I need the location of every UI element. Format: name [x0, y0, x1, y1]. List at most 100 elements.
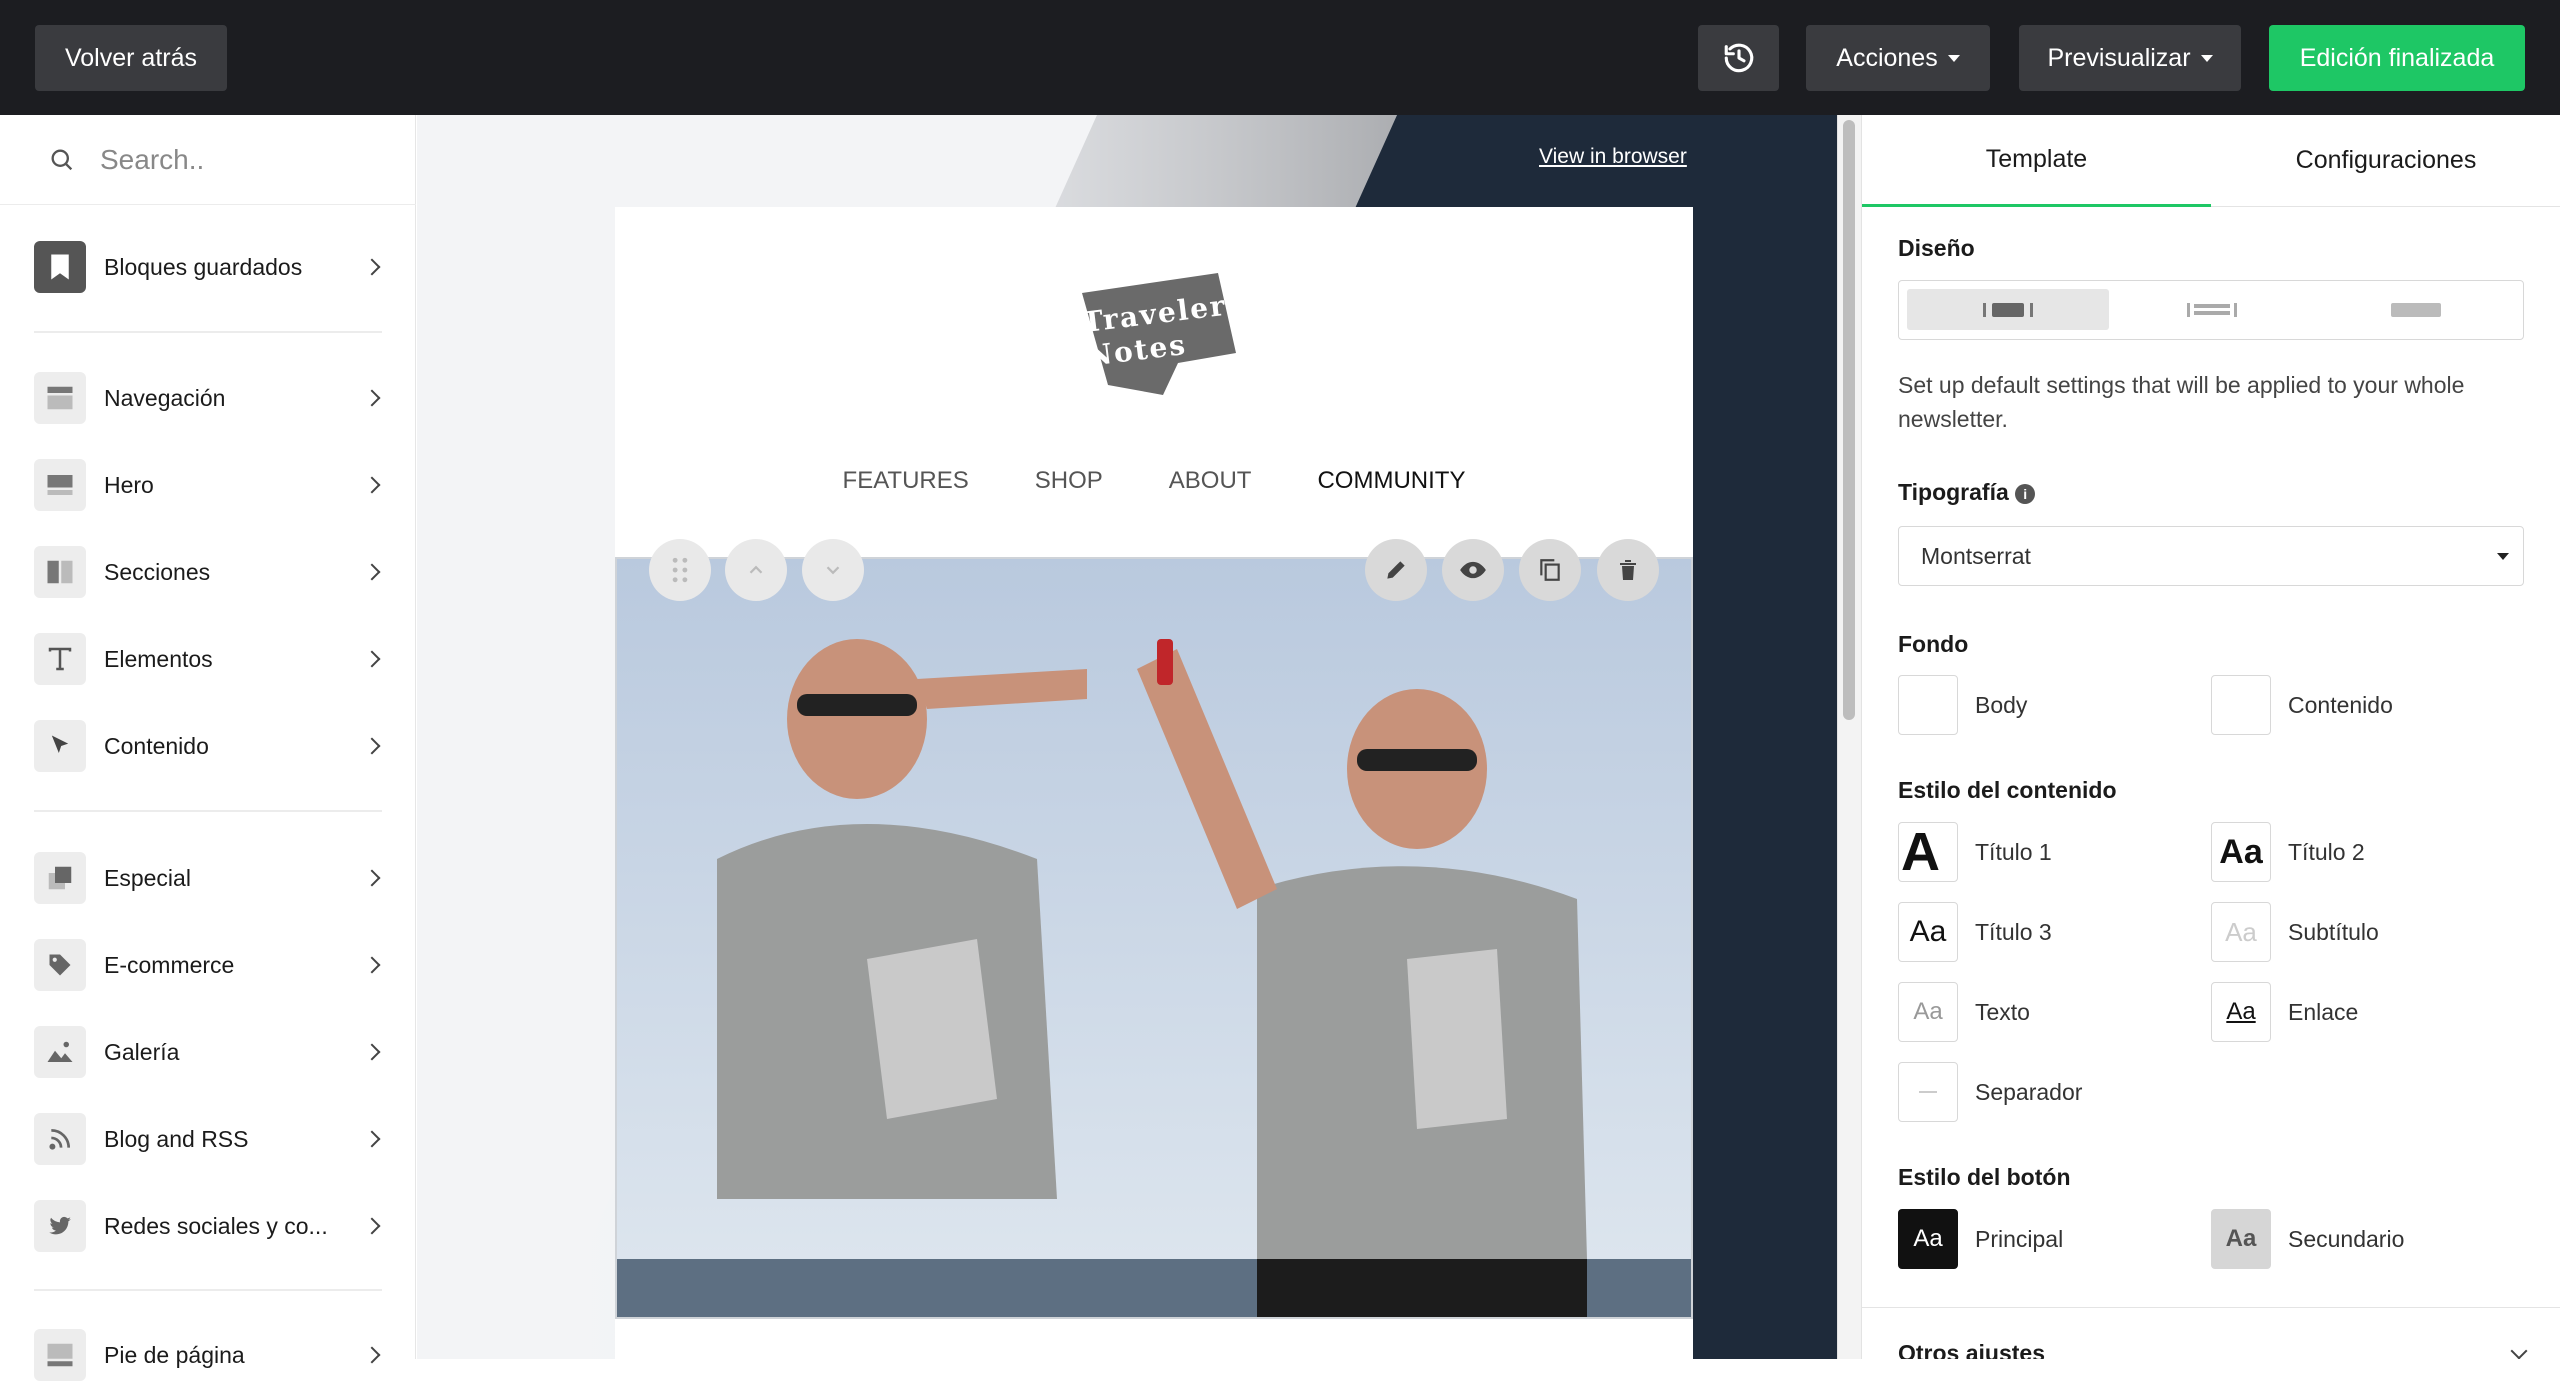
- finish-editing-button[interactable]: Edición finalizada: [2269, 25, 2525, 91]
- view-in-browser-link[interactable]: View in browser: [1539, 145, 1687, 169]
- design-title: Diseño: [1898, 235, 1975, 261]
- hero-image[interactable]: [615, 557, 1693, 1319]
- back-button[interactable]: Volver atrás: [35, 25, 227, 91]
- text-t-icon: [34, 633, 86, 685]
- search-input[interactable]: [100, 143, 400, 176]
- layout-option-full[interactable]: [2315, 289, 2517, 330]
- sidebar-item-label: Navegación: [104, 384, 226, 411]
- sidebar-item-footer[interactable]: Pie de página: [34, 1327, 384, 1383]
- hero-block-icon: [34, 459, 86, 511]
- heading3-style-swatch[interactable]: Aa: [1898, 902, 1958, 962]
- caret-down-icon: [2200, 54, 2213, 62]
- tab-configuraciones[interactable]: Configuraciones: [2211, 115, 2560, 207]
- search-icon: [51, 149, 73, 170]
- history-icon: [1724, 43, 1753, 73]
- layout-option-wide[interactable]: [2111, 289, 2313, 330]
- sidebar-item-ecommerce[interactable]: E-commerce: [34, 937, 384, 993]
- heading1-style-label: Título 1: [1975, 839, 2052, 865]
- caret-down-icon: [1947, 54, 1960, 62]
- rss-icon: [34, 1113, 86, 1165]
- primary-button-style-label: Principal: [1975, 1226, 2064, 1252]
- link-style-label: Enlace: [2288, 999, 2359, 1025]
- search-bar: [0, 115, 416, 205]
- link-style-swatch[interactable]: Aa: [2211, 982, 2271, 1042]
- secondary-button-style-swatch[interactable]: Aa: [2211, 1209, 2271, 1269]
- email-canvas[interactable]: View in browser Traveler Notes FEATURES …: [417, 115, 1837, 1359]
- sidebar-item-blog-rss[interactable]: Blog and RSS: [34, 1111, 384, 1167]
- image-icon: [34, 1026, 86, 1078]
- sidebar-item-label: Pie de página: [104, 1341, 245, 1368]
- sidebar-item-content[interactable]: Contenido: [34, 718, 384, 774]
- duplicate-block-button[interactable]: [1519, 539, 1581, 601]
- sidebar-item-social[interactable]: Redes sociales y co...: [34, 1198, 384, 1254]
- logo: Traveler Notes: [1068, 273, 1240, 395]
- divider: [34, 331, 382, 333]
- nav-link-features[interactable]: FEATURES: [843, 467, 969, 495]
- history-button[interactable]: [1698, 25, 1779, 91]
- heading3-style-label: Título 3: [1975, 919, 2052, 945]
- primary-button-style-swatch[interactable]: Aa: [1898, 1209, 1958, 1269]
- design-description: Set up default settings that will be app…: [1898, 372, 2465, 432]
- special-stack-icon: [34, 852, 86, 904]
- canvas-scrollbar[interactable]: [1837, 115, 1861, 1359]
- sidebar-item-label: Secciones: [104, 558, 211, 585]
- typography-title-text: Tipografía: [1898, 479, 2009, 505]
- sidebar-item-gallery[interactable]: Galería: [34, 1024, 384, 1080]
- chevron-right-icon: [363, 869, 381, 887]
- edit-block-button[interactable]: [1365, 539, 1427, 601]
- chevron-right-icon: [363, 650, 381, 668]
- other-settings-header[interactable]: Otros ajustes: [1862, 1307, 2560, 1359]
- other-settings-label: Otros ajustes: [1898, 1340, 2045, 1359]
- chevron-down-icon: [2510, 1342, 2528, 1359]
- sidebar-item-navigation[interactable]: Navegación: [34, 370, 384, 426]
- background-title: Fondo: [1898, 631, 1969, 657]
- sidebar-item-hero[interactable]: Hero: [34, 457, 384, 513]
- link-glyph: Aa: [2226, 998, 2256, 1025]
- nav-link-shop[interactable]: SHOP: [1035, 467, 1103, 495]
- sidebar-item-sections[interactable]: Secciones: [34, 544, 384, 600]
- layout-option-centered[interactable]: [1907, 289, 2109, 330]
- heading3-glyph: Aa: [1909, 915, 1947, 948]
- sidebar-item-special[interactable]: Especial: [34, 850, 384, 906]
- divider: [34, 1289, 382, 1291]
- sidebar-item-elements[interactable]: Elementos: [34, 631, 384, 687]
- tab-template[interactable]: Template: [1862, 115, 2211, 207]
- nav-link-about[interactable]: ABOUT: [1169, 467, 1252, 495]
- layout-centered-icon: [1983, 302, 2033, 317]
- body-color-swatch[interactable]: [1898, 675, 1958, 735]
- chevron-right-icon: [363, 737, 381, 755]
- move-up-button[interactable]: [725, 539, 787, 601]
- toggle-visibility-button[interactable]: [1442, 539, 1504, 601]
- heading2-style-swatch[interactable]: Aa: [2211, 822, 2271, 882]
- info-icon[interactable]: i: [2015, 483, 2036, 504]
- separator-style-swatch[interactable]: [1898, 1062, 1958, 1122]
- preview-label: Previsualizar: [2047, 43, 2191, 72]
- content-color-label: Contenido: [2288, 692, 2393, 718]
- tag-icon: [34, 939, 86, 991]
- subtitle-style-swatch[interactable]: Aa: [2211, 902, 2271, 962]
- layout-full-icon: [2391, 302, 2441, 317]
- settings-panel: Template Configuraciones Diseño Set up d…: [1861, 115, 2560, 1359]
- chevron-up-icon: [749, 565, 763, 574]
- delete-block-button[interactable]: [1597, 539, 1659, 601]
- scrollbar-thumb[interactable]: [1843, 120, 1855, 720]
- pencil-icon: [1387, 561, 1405, 579]
- sidebar-item-saved-blocks[interactable]: Bloques guardados: [34, 239, 384, 295]
- nav-link-community[interactable]: COMMUNITY: [1317, 467, 1465, 495]
- footer-block-icon: [34, 1329, 86, 1381]
- chevron-down-icon: [826, 566, 840, 575]
- heading2-glyph: Aa: [2219, 832, 2263, 871]
- actions-dropdown[interactable]: Acciones: [1806, 25, 1990, 91]
- chevron-right-icon: [363, 1217, 381, 1235]
- drag-handle[interactable]: [649, 539, 711, 601]
- eye-icon: [1460, 561, 1486, 579]
- preview-dropdown[interactable]: Previsualizar: [2019, 25, 2241, 91]
- move-down-button[interactable]: [802, 539, 864, 601]
- top-toolbar: Volver atrás Acciones Previsualizar Edic…: [0, 0, 2560, 115]
- heading1-style-swatch[interactable]: A: [1898, 822, 1958, 882]
- heading2-style-label: Título 2: [2288, 839, 2365, 865]
- content-color-swatch[interactable]: [2211, 675, 2271, 735]
- typography-select[interactable]: Montserrat: [1898, 526, 2524, 586]
- twitter-icon: [34, 1200, 86, 1252]
- text-style-swatch[interactable]: Aa: [1898, 982, 1958, 1042]
